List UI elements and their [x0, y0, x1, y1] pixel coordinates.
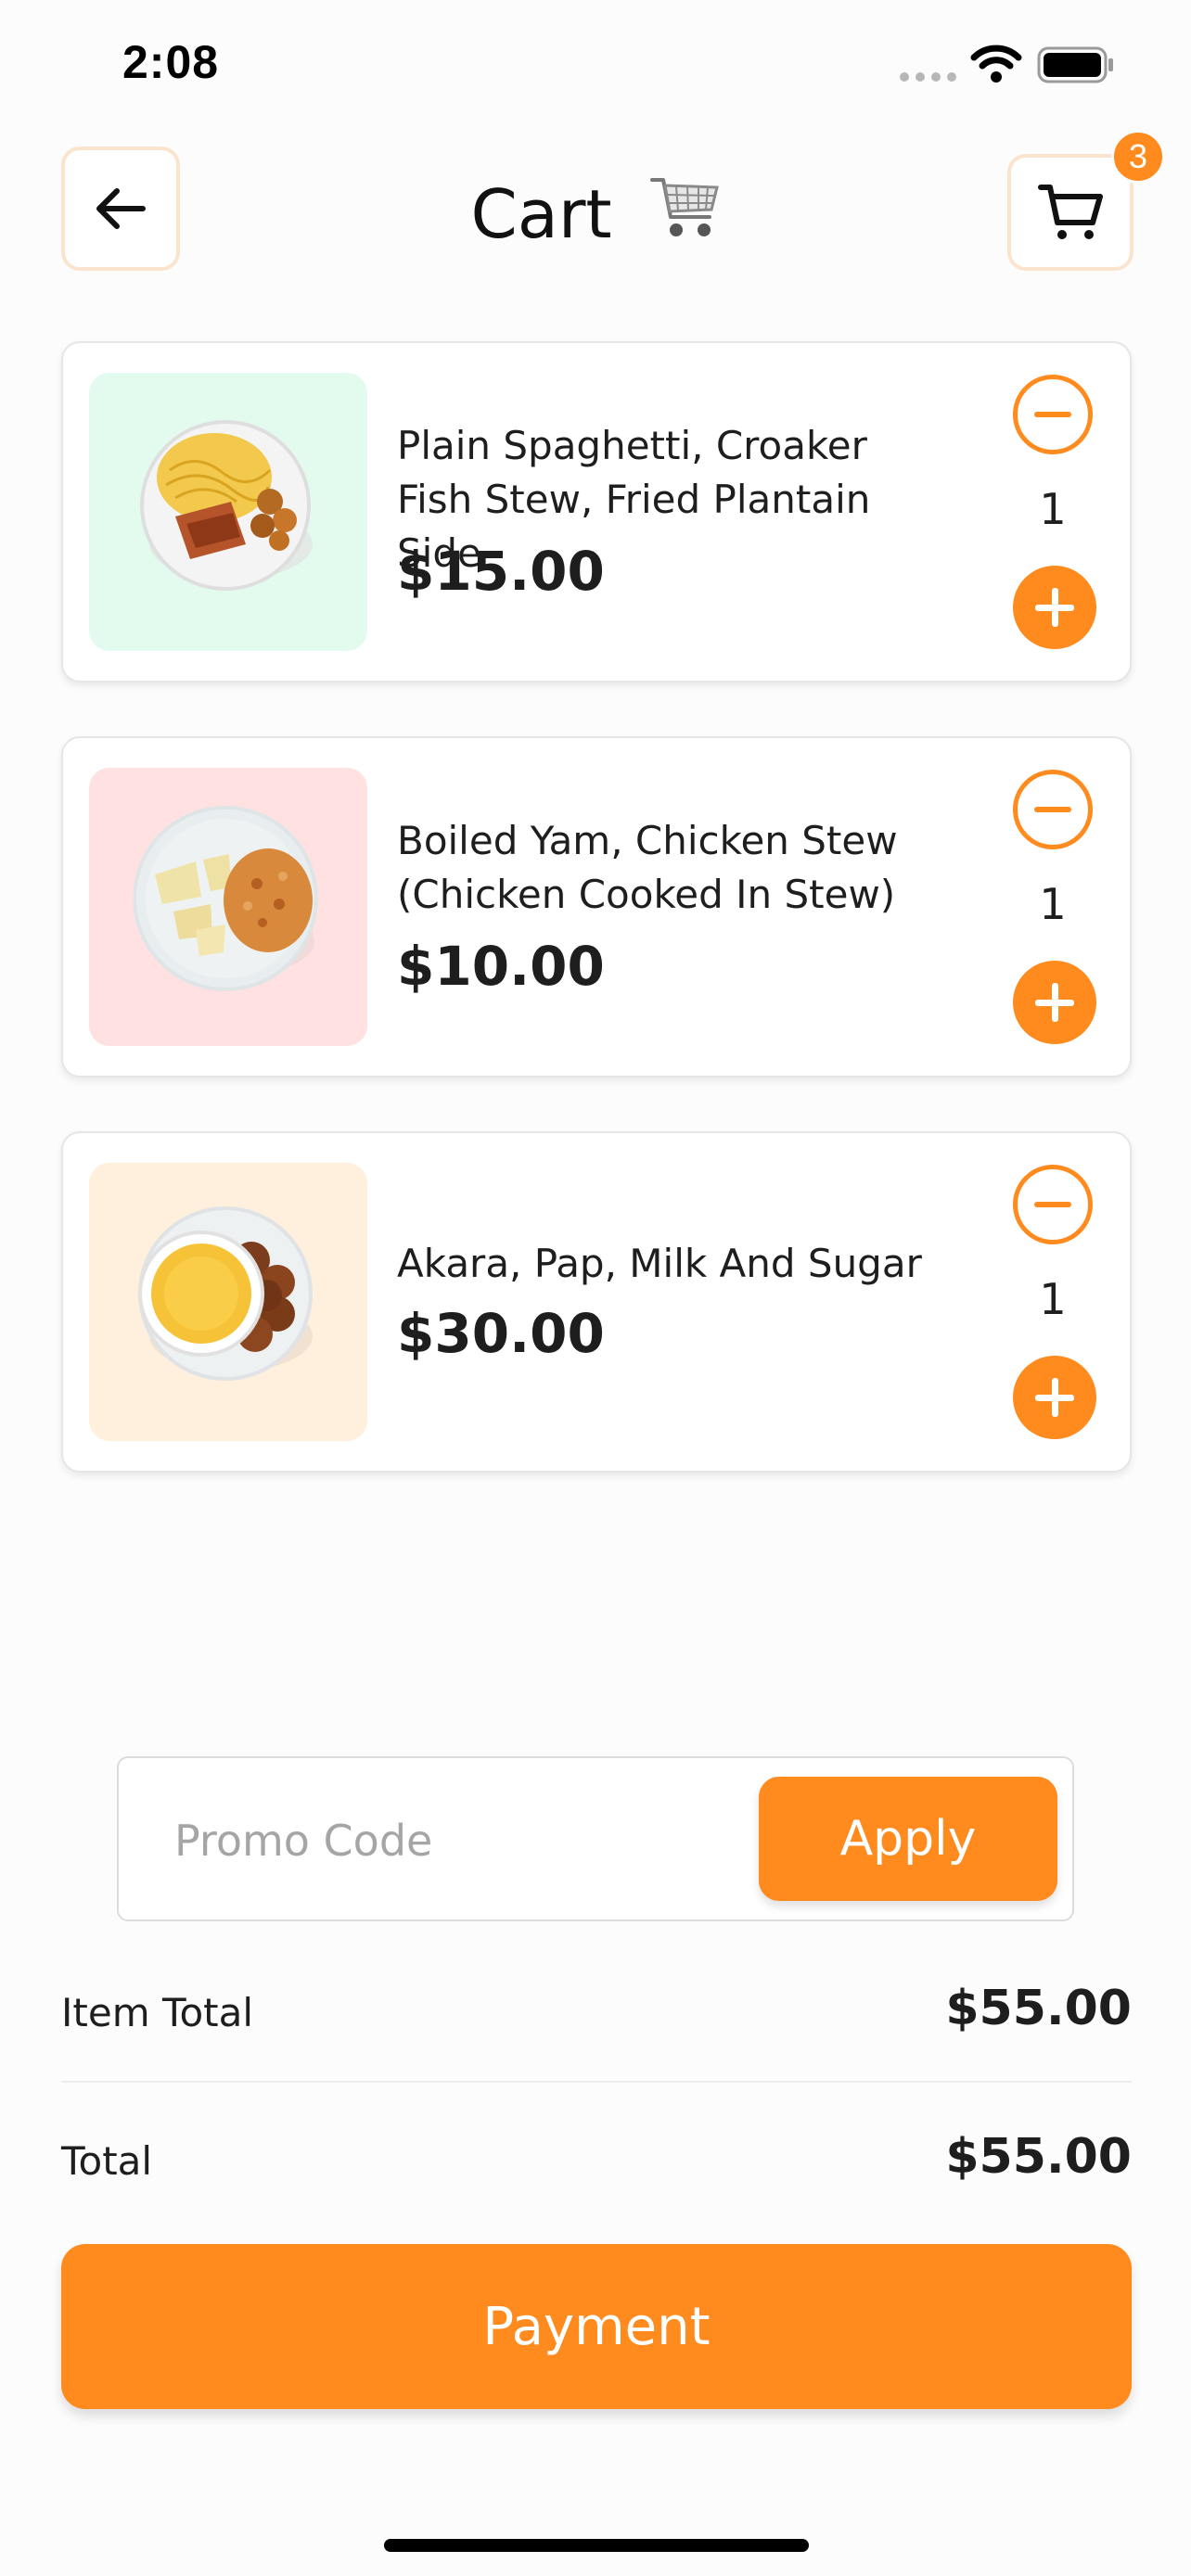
promo-code-input[interactable]: [147, 1786, 740, 1895]
cart-count-badge: 3: [1111, 130, 1165, 184]
totals-divider: [61, 2081, 1132, 2083]
cellular-signal-icon: [900, 72, 956, 82]
quantity-value: 1: [1039, 1274, 1067, 1324]
item-image: [89, 768, 367, 1046]
item-price: $15.00: [397, 540, 605, 603]
item-price: $10.00: [397, 935, 605, 998]
item-name: Boiled Yam, Chicken Stew (Chicken Cooked…: [397, 818, 898, 917]
shopping-cart-emoji-icon: [649, 178, 719, 236]
status-bar: 2:08: [0, 0, 1191, 130]
header: Cart: [0, 139, 1191, 278]
status-time: 2:08: [122, 36, 220, 88]
apply-promo-button[interactable]: Apply: [759, 1777, 1057, 1901]
home-indicator: [384, 2539, 809, 2552]
yam-plate-image: [133, 806, 318, 991]
decrease-quantity-button[interactable]: [1013, 770, 1093, 849]
akara-pap-plate-image: [138, 1206, 313, 1381]
total-value: $55.00: [945, 2129, 1132, 2185]
cart-button[interactable]: [1007, 154, 1133, 271]
quantity-stepper: 1: [1013, 375, 1096, 653]
item-image: [89, 1163, 367, 1441]
cart-item: Boiled Yam, Chicken Stew (Chicken Cooked…: [61, 736, 1132, 1078]
quantity-value: 1: [1039, 484, 1067, 534]
item-name: Akara, Pap, Milk And Sugar: [397, 1241, 922, 1286]
increase-quantity-button[interactable]: [1013, 1356, 1096, 1439]
spaghetti-plate-image: [140, 420, 313, 591]
cart-item: Akara, Pap, Milk And Sugar $30.00 1: [61, 1131, 1132, 1473]
shopping-cart-icon: [1038, 185, 1103, 239]
item-total-value: $55.00: [945, 1981, 1132, 2036]
total-label: Total: [61, 2138, 153, 2184]
cart-list: Plain Spaghetti, Croaker Fish Stew, Frie…: [61, 341, 1132, 1526]
battery-icon: [1037, 46, 1113, 83]
quantity-stepper: 1: [1013, 770, 1096, 1048]
page-title-text: Cart: [470, 175, 612, 253]
increase-quantity-button[interactable]: [1013, 566, 1096, 649]
promo-code-box: Apply: [117, 1756, 1074, 1921]
decrease-quantity-button[interactable]: [1013, 1165, 1093, 1244]
item-total-label: Item Total: [61, 1990, 254, 2035]
payment-button[interactable]: Payment: [61, 2244, 1132, 2409]
cart-item: Plain Spaghetti, Croaker Fish Stew, Frie…: [61, 341, 1132, 682]
decrease-quantity-button[interactable]: [1013, 375, 1093, 454]
item-image: [89, 373, 367, 651]
quantity-value: 1: [1039, 879, 1067, 929]
item-price: $30.00: [397, 1302, 605, 1365]
total-row: Total $55.00: [61, 2122, 1132, 2196]
increase-quantity-button[interactable]: [1013, 961, 1096, 1044]
wifi-icon: [970, 45, 1022, 83]
quantity-stepper: 1: [1013, 1165, 1096, 1443]
item-total-row: Item Total $55.00: [61, 1973, 1132, 2047]
